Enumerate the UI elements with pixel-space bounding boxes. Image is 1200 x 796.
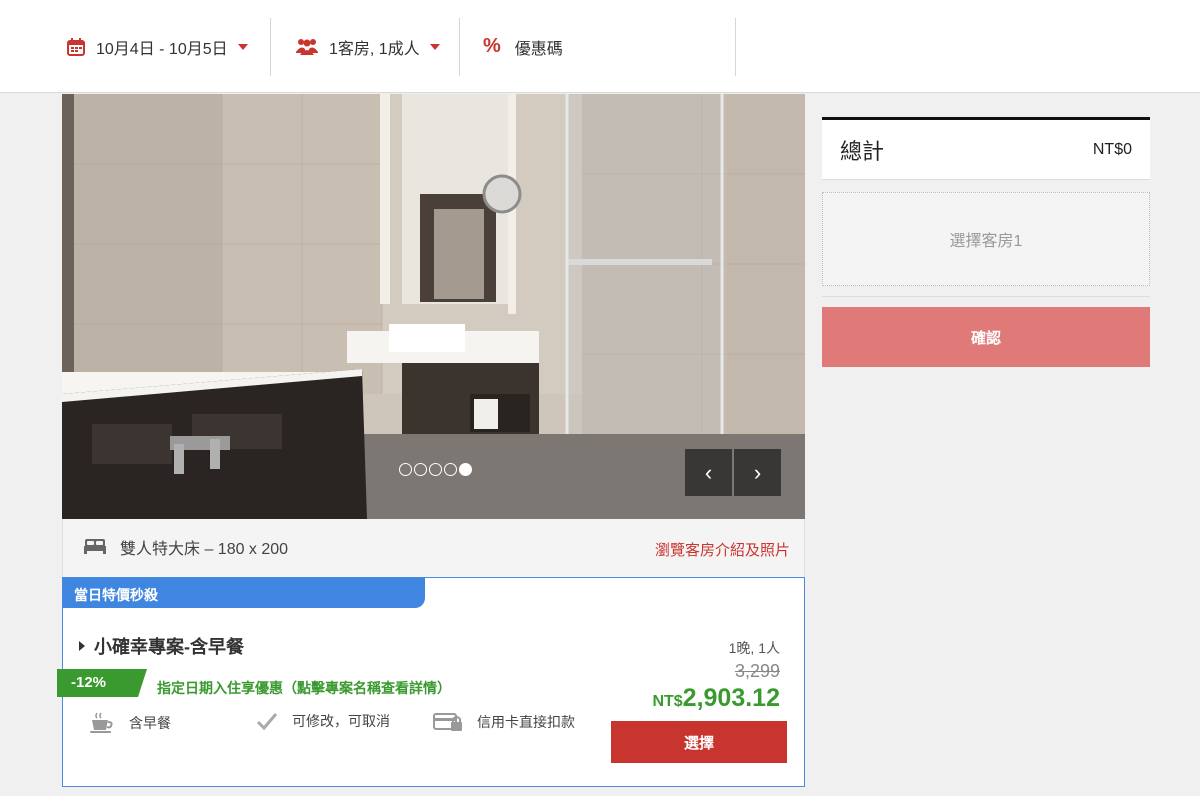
original-price: 3,299 xyxy=(734,661,780,681)
plan-name-link[interactable]: 小確幸專案-含早餐 xyxy=(79,633,244,659)
amenity-breakfast: 含早餐 xyxy=(89,711,171,735)
room-info-bar: 雙人特大床 – 180 x 200 瀏覽客房介紹及照片 xyxy=(62,519,805,577)
total-amount: NT$0 xyxy=(1092,140,1132,158)
carousel-dot[interactable] xyxy=(444,463,457,476)
bed-type-text: 雙人特大床 – 180 x 200 xyxy=(120,541,289,558)
divider xyxy=(270,18,271,76)
amenity-label: 含早餐 xyxy=(129,715,171,731)
promo-description: 指定日期入住享優惠（點擊專案名稱查看詳情） xyxy=(157,680,451,696)
next-photo-button[interactable]: › xyxy=(734,449,781,496)
select-rate-button[interactable]: 選擇 xyxy=(611,721,787,763)
amenity-payment: 信用卡直接扣款 xyxy=(433,711,575,733)
booking-summary: 總計 NT$0 選擇客房1 確認 xyxy=(822,117,1150,367)
rate-plan-card: 當日特價秒殺 小確幸專案-含早餐 -12% 指定日期入住享優惠（點擊專案名稱查看… xyxy=(57,577,805,787)
calendar-icon xyxy=(66,37,86,57)
coffee-cup-icon xyxy=(90,712,113,733)
amenity-label: 信用卡直接扣款 xyxy=(477,714,575,730)
amenity-label: 可修改，可取消 xyxy=(292,713,390,729)
bed-icon xyxy=(83,535,107,560)
checkmark-icon xyxy=(256,713,278,731)
carousel-dots xyxy=(399,463,472,476)
price-value: 2,903.12 xyxy=(682,684,780,712)
divider xyxy=(735,18,736,76)
caret-right-icon xyxy=(79,641,85,651)
stay-info: 1晚, 1人 xyxy=(728,640,780,656)
guest-picker[interactable]: 1客房, 1成人 xyxy=(295,0,440,93)
total-label: 總計 xyxy=(840,138,885,164)
room-card: ‹ › 雙人特大床 – 180 x 200 瀏覽客房介紹及照片 xyxy=(62,94,805,577)
currency-label: NT$ xyxy=(652,693,683,710)
carousel-dot-active[interactable] xyxy=(459,463,472,476)
date-range-text: 10月4日 - 10月5日 xyxy=(96,40,228,58)
chevron-down-icon xyxy=(429,43,440,50)
plan-name-text: 小確幸專案-含早餐 xyxy=(94,637,244,657)
guest-count-text: 1客房, 1成人 xyxy=(329,40,420,58)
promo-code-label: 優惠碼 xyxy=(514,40,563,58)
divider xyxy=(822,179,1150,180)
search-bar: 10月4日 - 10月5日 1客房, 1成人 % 優惠碼 xyxy=(0,0,1200,93)
room-details-link[interactable]: 瀏覽客房介紹及照片 xyxy=(655,539,790,560)
chevron-down-icon xyxy=(237,43,248,50)
people-icon xyxy=(295,37,319,57)
credit-card-lock-icon xyxy=(433,713,462,731)
room-photo[interactable]: ‹ › xyxy=(62,94,805,519)
room-slot-placeholder: 選擇客房1 xyxy=(822,192,1150,286)
discounted-price: NT$2,903.12 xyxy=(652,684,780,713)
flash-sale-tag: 當日特價秒殺 xyxy=(63,578,425,608)
previous-photo-button[interactable]: ‹ xyxy=(685,449,732,496)
divider xyxy=(822,296,1150,297)
chevron-right-icon: › xyxy=(753,459,762,485)
divider xyxy=(459,18,460,76)
carousel-dot[interactable] xyxy=(414,463,427,476)
carousel-dot[interactable] xyxy=(429,463,442,476)
chevron-left-icon: ‹ xyxy=(704,459,713,485)
percent-icon: % xyxy=(483,35,501,57)
confirm-button[interactable]: 確認 xyxy=(822,307,1150,367)
amenity-cancellation: 可修改，可取消 xyxy=(256,711,390,731)
carousel-dot[interactable] xyxy=(399,463,412,476)
promo-code-field[interactable]: % 優惠碼 xyxy=(483,0,563,93)
date-picker[interactable]: 10月4日 - 10月5日 xyxy=(66,0,248,93)
summary-header: 總計 NT$0 xyxy=(822,117,1150,179)
discount-badge: -12% xyxy=(57,669,147,697)
